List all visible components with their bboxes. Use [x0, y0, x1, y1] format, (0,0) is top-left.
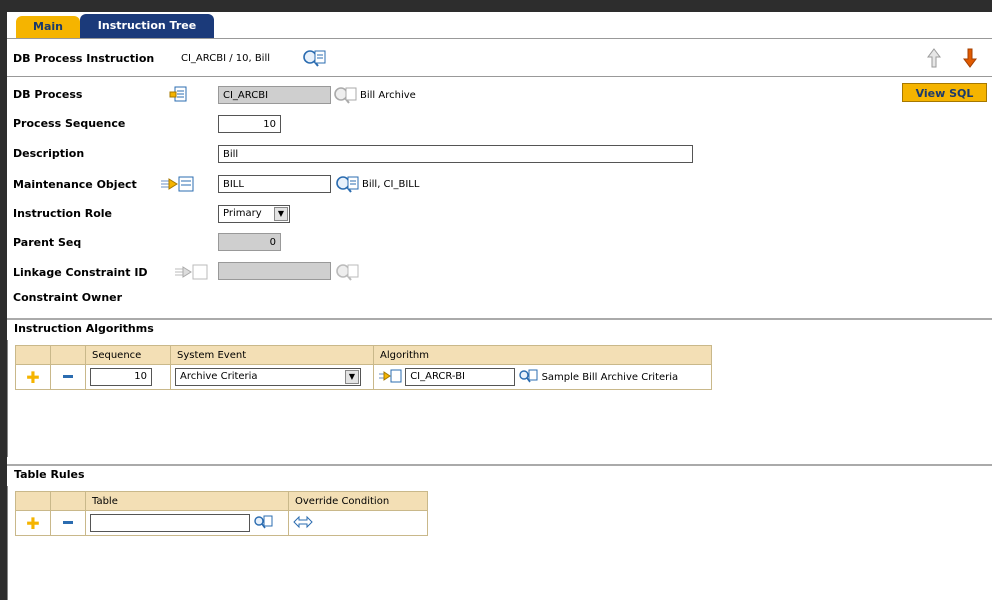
context-menu-icon[interactable] — [158, 174, 196, 194]
up-arrow-icon[interactable] — [926, 47, 942, 69]
add-row-icon[interactable]: ✚ — [26, 514, 39, 533]
algorithm-cell: CI_ARCR-BI Sample Bill Archive Criteria — [373, 364, 712, 390]
column-header: Table — [85, 491, 289, 511]
sequence-cell: 10 — [85, 364, 171, 390]
linkage-constraint-id-field — [218, 262, 331, 280]
search-icon[interactable] — [253, 515, 273, 532]
instruction-role-value: Primary — [223, 208, 262, 219]
context-menu-icon[interactable] — [378, 369, 402, 386]
process-sequence-label: Process Sequence — [13, 117, 126, 130]
description-label: Description — [13, 147, 85, 160]
table-row: ✚ — [15, 510, 428, 536]
instruction-role-select[interactable]: Primary ▼ — [218, 205, 290, 223]
dropdown-icon[interactable]: ▼ — [345, 370, 359, 384]
description-input[interactable]: Bill — [218, 145, 693, 163]
grid-header-add — [15, 491, 51, 511]
page-header — [7, 39, 992, 77]
add-row-cell: ✚ — [15, 364, 51, 390]
system-event-value: Archive Criteria — [180, 371, 258, 382]
algorithm-description: Sample Bill Archive Criteria — [541, 372, 679, 383]
instruction-role-label: Instruction Role — [13, 207, 113, 220]
column-header: Override Condition — [288, 491, 428, 511]
maintenance-object-input[interactable]: BILL — [218, 175, 331, 193]
context-menu-icon — [172, 262, 210, 282]
maintenance-object-label: Maintenance Object — [13, 178, 137, 191]
top-bar — [7, 0, 992, 12]
delete-row-cell — [50, 510, 86, 536]
linkage-constraint-id-label: Linkage Constraint ID — [13, 266, 148, 279]
dropdown-icon[interactable]: ▼ — [274, 207, 288, 221]
context-menu-icon[interactable] — [168, 85, 188, 103]
search-icon[interactable] — [335, 174, 359, 194]
table-row: ✚ 10 Archive Criteria ▼ CI_ARCR-BI Sampl… — [15, 364, 712, 390]
search-icon[interactable] — [518, 369, 538, 386]
add-row-cell: ✚ — [15, 510, 51, 536]
instruction-algorithms-grid: Sequence System Event Algorithm ✚ 10 Arc… — [15, 345, 712, 390]
table-cell — [85, 510, 289, 536]
column-header: Algorithm — [373, 345, 712, 365]
table-input[interactable] — [90, 514, 250, 532]
constraint-owner-label: Constraint Owner — [13, 291, 123, 304]
override-condition-cell — [288, 510, 428, 536]
parent-seq-label: Parent Seq — [13, 236, 82, 249]
maintenance-object-description: Bill, CI_BILL — [362, 179, 420, 190]
left-bar — [0, 0, 7, 600]
column-header: Sequence — [85, 345, 171, 365]
down-arrow-icon[interactable] — [962, 47, 978, 69]
algorithm-input[interactable]: CI_ARCR-BI — [405, 368, 516, 386]
table-rules-title: Table Rules — [7, 464, 992, 482]
db-process-label: DB Process — [13, 88, 83, 101]
column-header: System Event — [170, 345, 374, 365]
table-rules-grid: Table Override Condition ✚ — [15, 491, 428, 536]
header-label: DB Process Instruction — [13, 52, 155, 65]
parent-seq-field: 0 — [218, 233, 281, 251]
search-icon — [333, 85, 357, 105]
delete-row-cell — [50, 364, 86, 390]
db-process-description: Bill Archive — [360, 90, 416, 101]
grid-header-add — [15, 345, 51, 365]
sequence-input[interactable]: 10 — [90, 368, 152, 386]
add-row-icon[interactable]: ✚ — [26, 368, 39, 387]
delete-row-icon[interactable] — [63, 375, 73, 378]
instruction-algorithms-title: Instruction Algorithms — [7, 318, 992, 336]
search-icon[interactable] — [302, 48, 326, 68]
tab-instruction-tree[interactable]: Instruction Tree — [80, 14, 214, 38]
grid-header-delete — [50, 491, 86, 511]
grid-header-delete — [50, 345, 86, 365]
view-sql-button[interactable]: View SQL — [902, 83, 987, 102]
system-event-cell: Archive Criteria ▼ — [170, 364, 374, 390]
delete-row-icon[interactable] — [63, 521, 73, 524]
process-sequence-input[interactable]: 10 — [218, 115, 281, 133]
override-condition-icon[interactable] — [293, 515, 313, 532]
search-icon — [335, 262, 359, 282]
db-process-field: CI_ARCBI — [218, 86, 331, 104]
system-event-select[interactable]: Archive Criteria ▼ — [175, 368, 361, 386]
tab-main[interactable]: Main — [16, 16, 80, 38]
header-value: CI_ARCBI / 10, Bill — [181, 53, 271, 64]
app-window: Main Instruction Tree DB Process Instruc… — [0, 0, 992, 600]
